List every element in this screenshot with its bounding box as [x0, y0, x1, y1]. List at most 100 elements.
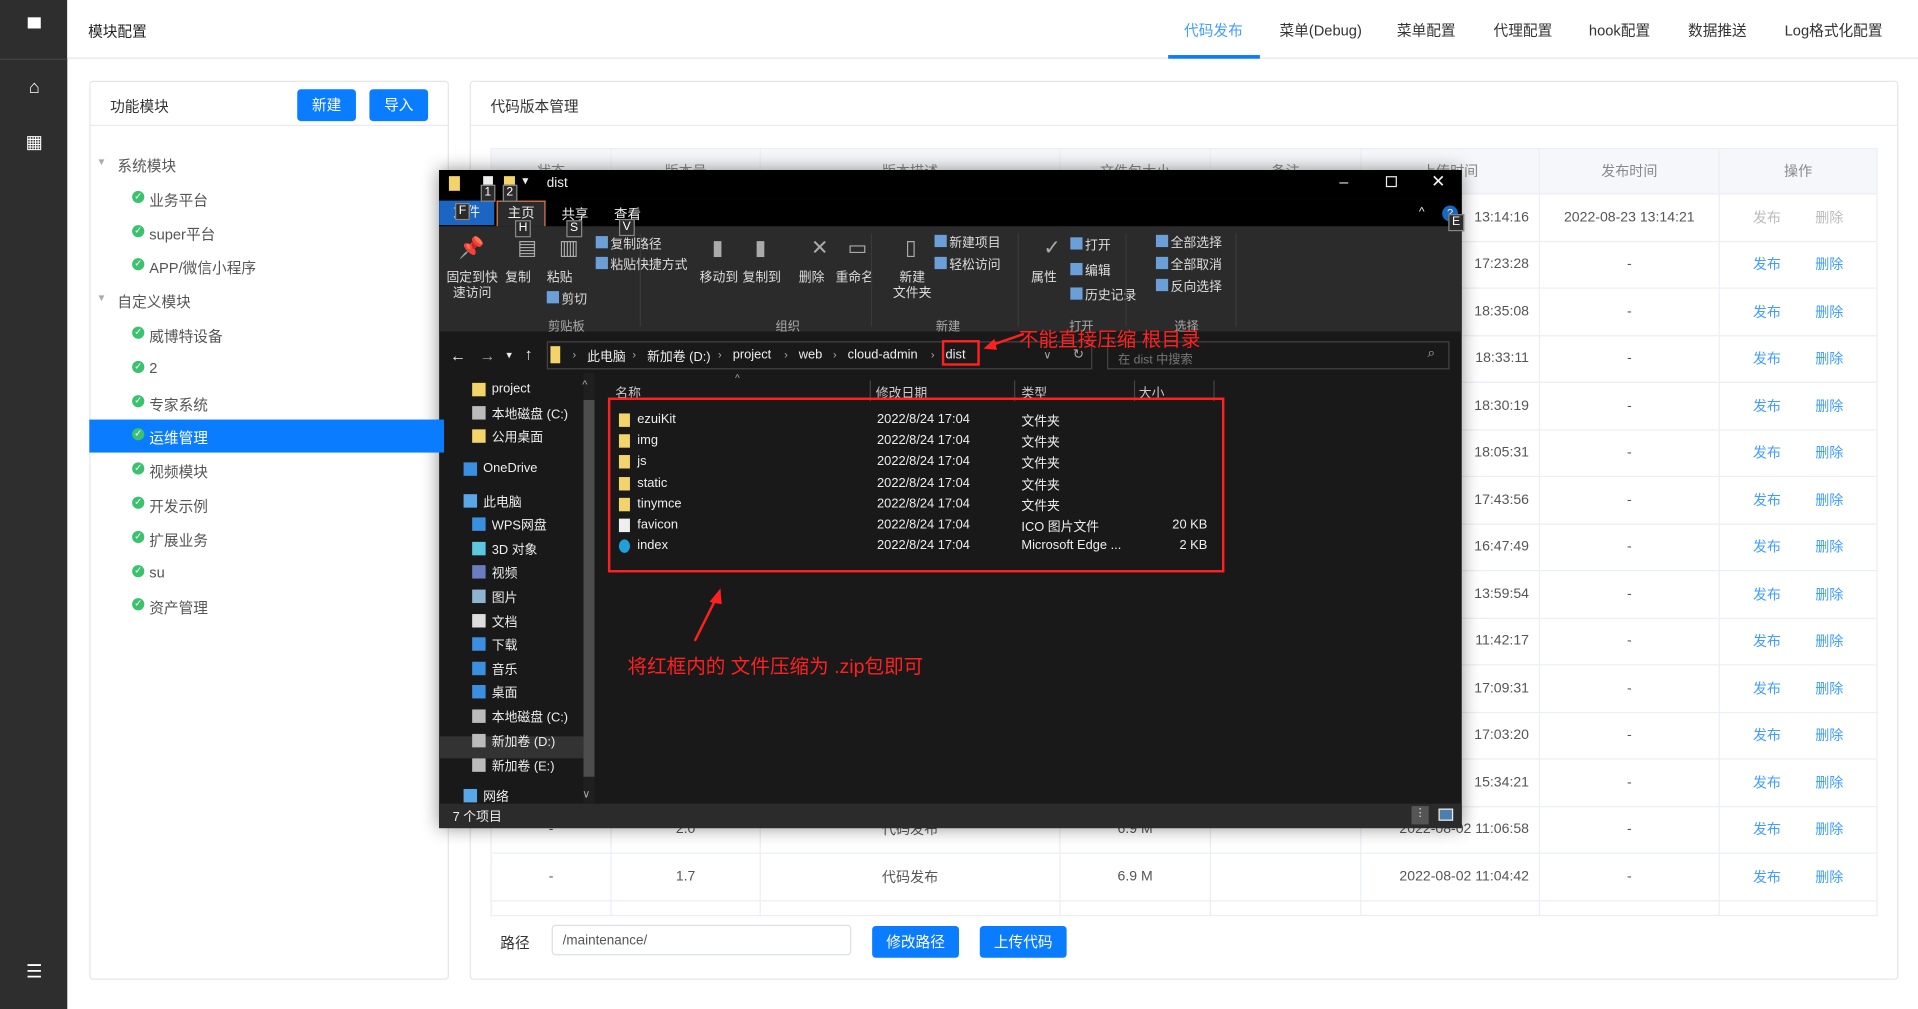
nav-item[interactable]: 文档: [492, 613, 518, 631]
publish-button[interactable]: 发布: [1753, 258, 1781, 273]
nav-item[interactable]: 3D 对象: [492, 541, 538, 559]
monitor-icon[interactable]: ▀: [22, 17, 46, 41]
ribbon-pin-button[interactable]: 固定到快 速访问: [446, 270, 497, 302]
tree-item[interactable]: 2: [149, 359, 157, 376]
publish-button[interactable]: 发布: [1753, 211, 1781, 226]
ribbon-paste_shortcut-button[interactable]: 粘贴快捷方式: [610, 256, 687, 274]
forward-button[interactable]: →: [479, 346, 495, 364]
nav-item[interactable]: 音乐: [492, 661, 518, 679]
nav-item[interactable]: 图片: [492, 588, 518, 606]
delete-button[interactable]: 删除: [1815, 353, 1843, 368]
delete-button[interactable]: 删除: [1815, 305, 1843, 320]
path-input[interactable]: [551, 924, 852, 956]
nav-scrollbar-thumb[interactable]: [583, 399, 595, 777]
sliders-icon[interactable]: ☰: [22, 960, 46, 984]
breadcrumb-3[interactable]: web: [799, 347, 823, 362]
home-icon[interactable]: ⌂: [22, 76, 46, 100]
delete-button[interactable]: 删除: [1815, 494, 1843, 509]
tree-item[interactable]: APP/微信小程序: [149, 257, 256, 278]
breadcrumb-0[interactable]: 此电脑: [587, 347, 626, 365]
ribbon-history-button[interactable]: 历史记录: [1085, 286, 1136, 304]
delete-button[interactable]: 删除: [1815, 635, 1843, 650]
ribbon-open-button[interactable]: 打开: [1085, 236, 1111, 254]
collapse-ribbon-icon[interactable]: ^: [1419, 205, 1425, 218]
expand-arrow-icon[interactable]: ▼: [97, 157, 107, 168]
breadcrumb-2[interactable]: project: [733, 347, 772, 362]
publish-button[interactable]: 发布: [1753, 541, 1781, 556]
tree-group[interactable]: 系统模块: [117, 155, 176, 176]
tree-item[interactable]: 视频模块: [149, 461, 208, 482]
publish-button[interactable]: 发布: [1753, 871, 1781, 886]
delete-button[interactable]: 删除: [1815, 776, 1843, 791]
tree-item[interactable]: 运维管理: [149, 427, 208, 448]
publish-button[interactable]: 发布: [1753, 353, 1781, 368]
publish-button[interactable]: 发布: [1753, 588, 1781, 603]
ribbon-copy-button[interactable]: 复制: [505, 270, 531, 286]
quick-access-dropdown-icon[interactable]: ▾: [522, 175, 528, 188]
publish-button[interactable]: 发布: [1753, 776, 1781, 791]
up-button[interactable]: ↑: [525, 345, 533, 363]
nav-item[interactable]: 此电脑: [483, 493, 522, 511]
tab-1[interactable]: 菜单(Debug): [1279, 20, 1361, 41]
maximize-button[interactable]: [1385, 176, 1397, 188]
tree-item[interactable]: 专家系统: [149, 393, 208, 414]
publish-button[interactable]: 发布: [1753, 494, 1781, 509]
tab-2[interactable]: 菜单配置: [1397, 20, 1456, 41]
ribbon-paste-button[interactable]: 粘贴: [547, 270, 573, 286]
scroll-down-icon[interactable]: ∨: [582, 788, 590, 801]
ribbon-edit-button[interactable]: 编辑: [1085, 262, 1111, 280]
nav-item[interactable]: OneDrive: [483, 461, 537, 476]
nav-item[interactable]: WPS网盘: [492, 516, 547, 534]
nav-item[interactable]: 网络: [483, 788, 509, 806]
tab-6[interactable]: Log格式化配置: [1785, 20, 1883, 41]
large-icons-view-button[interactable]: [1438, 808, 1454, 821]
expand-arrow-icon[interactable]: ▼: [97, 293, 107, 304]
close-button[interactable]: ✕: [1431, 171, 1445, 192]
tree-item[interactable]: 开发示例: [149, 495, 208, 516]
delete-button[interactable]: 删除: [1815, 447, 1843, 462]
tree-item[interactable]: 资产管理: [149, 597, 208, 618]
tree-item[interactable]: 业务平台: [149, 189, 208, 210]
details-view-button[interactable]: ⋮: [1411, 806, 1429, 825]
minimize-button[interactable]: –: [1339, 172, 1348, 190]
delete-button[interactable]: 删除: [1815, 729, 1843, 744]
publish-button[interactable]: 发布: [1753, 305, 1781, 320]
modify-path-button[interactable]: 修改路径: [872, 925, 959, 958]
import-button[interactable]: 导入: [369, 89, 429, 122]
ribbon-select_all-button[interactable]: 全部选择: [1171, 234, 1222, 252]
ribbon-new_folder-button[interactable]: 新建 文件夹: [893, 270, 932, 302]
delete-button[interactable]: 删除: [1815, 541, 1843, 556]
ribbon-invert-button[interactable]: 反向选择: [1171, 278, 1222, 296]
upload-code-button[interactable]: 上传代码: [979, 925, 1067, 958]
delete-button[interactable]: 删除: [1815, 824, 1843, 839]
delete-button[interactable]: 删除: [1815, 871, 1843, 886]
delete-button[interactable]: 删除: [1815, 682, 1843, 697]
tab-0[interactable]: 代码发布: [1184, 20, 1243, 41]
ribbon-select_none-button[interactable]: 全部取消: [1171, 256, 1222, 274]
delete-button[interactable]: 删除: [1815, 400, 1843, 415]
ribbon-copy_to-button[interactable]: 复制到: [742, 270, 781, 286]
nav-item[interactable]: 公用桌面: [492, 428, 543, 446]
ribbon-easy_access-button[interactable]: 轻松访问: [949, 256, 1000, 274]
nav-item[interactable]: 桌面: [492, 684, 518, 702]
tab-5[interactable]: 数据推送: [1688, 20, 1747, 41]
ribbon-delete-button[interactable]: 删除: [799, 270, 825, 286]
recent-dropdown-icon[interactable]: ▾: [506, 349, 512, 362]
tab-4[interactable]: hook配置: [1589, 20, 1650, 41]
ribbon-copy_path-button[interactable]: 复制路径: [610, 235, 661, 253]
nav-item[interactable]: 本地磁盘 (C:): [492, 405, 568, 423]
ribbon-rename-button[interactable]: 重命名: [835, 270, 874, 286]
ribbon-move_to-button[interactable]: 移动到: [700, 270, 739, 286]
ribbon-new_item-button[interactable]: 新建项目: [949, 234, 1000, 252]
delete-button[interactable]: 删除: [1815, 588, 1843, 603]
tree-item[interactable]: super平台: [149, 223, 215, 244]
grid-icon[interactable]: ▦: [22, 131, 46, 155]
breadcrumb-1[interactable]: 新加卷 (D:): [647, 347, 711, 365]
publish-button[interactable]: 发布: [1753, 400, 1781, 415]
nav-item[interactable]: 本地磁盘 (C:): [492, 708, 568, 726]
tree-group[interactable]: 自定义模块: [117, 291, 190, 312]
nav-item[interactable]: project: [492, 382, 531, 397]
publish-button[interactable]: 发布: [1753, 682, 1781, 697]
publish-button[interactable]: 发布: [1753, 729, 1781, 744]
nav-item[interactable]: 新加卷 (E:): [492, 757, 555, 775]
